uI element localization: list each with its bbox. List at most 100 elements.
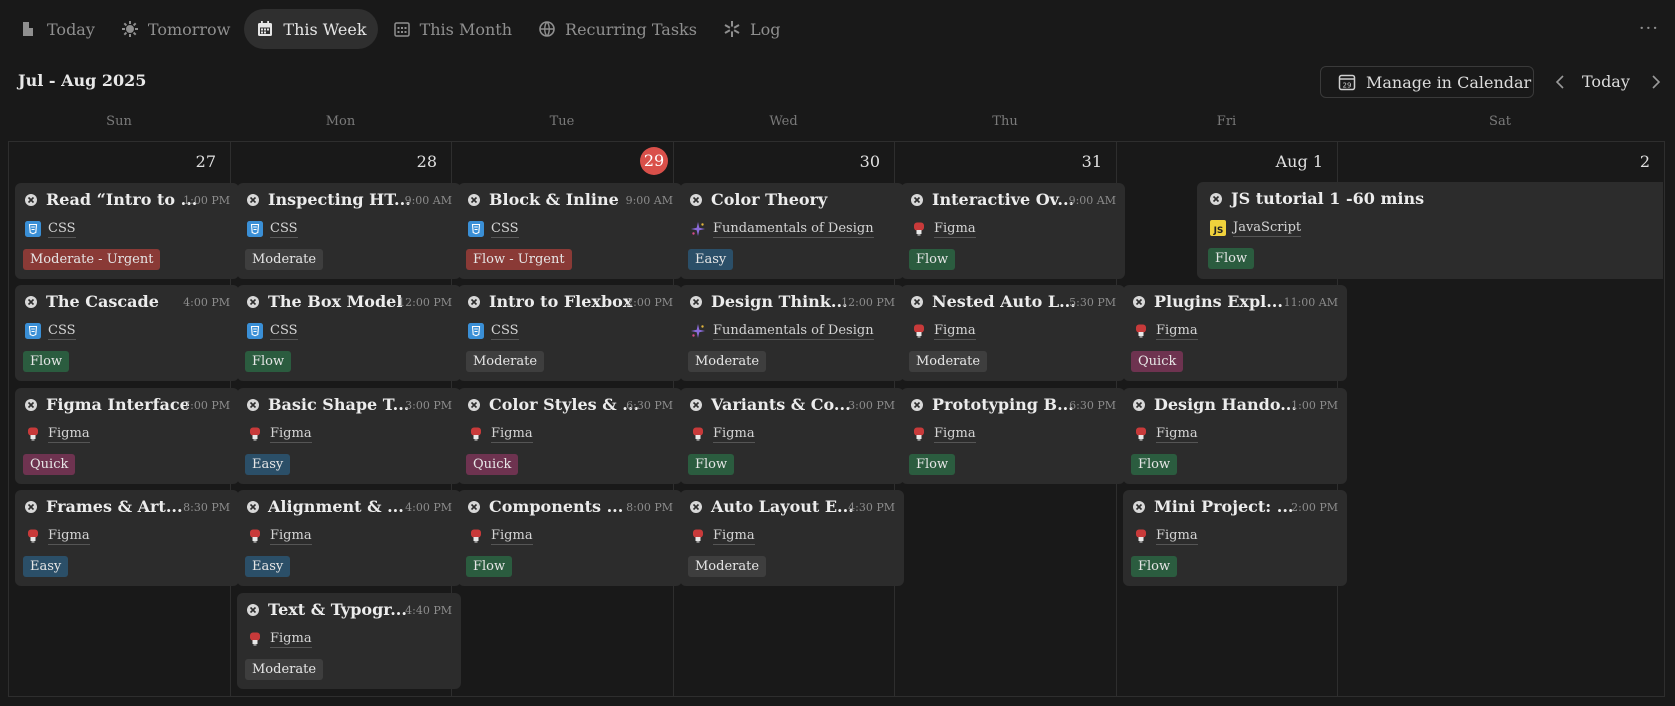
task-status-icon[interactable] bbox=[246, 193, 260, 207]
task-status-icon[interactable] bbox=[689, 398, 703, 412]
project-link[interactable]: Figma bbox=[713, 426, 755, 443]
task-status-icon[interactable] bbox=[1132, 500, 1146, 514]
task-card[interactable]: Auto Layout E... 4:30 PM Figma Moderate bbox=[680, 490, 904, 586]
task-status-icon[interactable] bbox=[910, 398, 924, 412]
project-link[interactable]: CSS bbox=[270, 221, 298, 238]
task-card[interactable]: Intro to Flexbox 2:00 PM CSS Moderate bbox=[458, 285, 682, 381]
project-link[interactable]: Figma bbox=[270, 528, 312, 545]
tab-today[interactable]: Today bbox=[8, 9, 106, 49]
project-link[interactable]: Figma bbox=[934, 323, 976, 340]
tab-tomorrow[interactable]: Tomorrow bbox=[109, 9, 242, 49]
project-link[interactable]: JavaScript bbox=[1233, 220, 1302, 237]
project-link[interactable]: Fundamentals of Design bbox=[713, 221, 874, 238]
previous-week-button[interactable] bbox=[1552, 72, 1568, 92]
task-title: The Cascade bbox=[46, 292, 159, 311]
task-card[interactable]: Nested Auto L... 5:30 PM Figma Moderate bbox=[901, 285, 1125, 381]
task-status-icon[interactable] bbox=[467, 500, 481, 514]
task-status-icon[interactable] bbox=[689, 500, 703, 514]
tab-this-week[interactable]: This Week bbox=[244, 9, 378, 49]
project-link[interactable]: CSS bbox=[270, 323, 298, 340]
day-column[interactable]: 29 Block & Inline 9:00 AM CSS Flow - Urg… bbox=[452, 142, 682, 696]
task-status-icon[interactable] bbox=[467, 295, 481, 309]
project-link[interactable]: Figma bbox=[491, 426, 533, 443]
task-status-icon[interactable] bbox=[246, 603, 260, 617]
project-link[interactable]: CSS bbox=[491, 221, 519, 238]
task-title: Alignment & ... bbox=[268, 497, 404, 516]
task-status-icon[interactable] bbox=[467, 398, 481, 412]
tab-recurring-tasks[interactable]: Recurring Tasks bbox=[526, 9, 708, 49]
task-card[interactable]: Color Styles & ... 6:30 PM Figma Quick bbox=[458, 388, 682, 484]
task-card[interactable]: The Box Model 12:00 PM CSS Flow bbox=[237, 285, 461, 381]
task-card[interactable]: Color Theory Fundamentals of Design Easy bbox=[680, 183, 904, 279]
project-link[interactable]: Figma bbox=[1156, 528, 1198, 545]
project-link[interactable]: Figma bbox=[934, 426, 976, 443]
date-range-title: Jul - Aug 2025 bbox=[18, 71, 147, 90]
figma-icon bbox=[1132, 527, 1150, 545]
task-card[interactable]: Block & Inline 9:00 AM CSS Flow - Urgent bbox=[458, 183, 682, 279]
css-icon bbox=[246, 220, 264, 238]
task-card[interactable]: Interactive Ov... 9:00 AM Figma Flow bbox=[901, 183, 1125, 279]
task-status-icon[interactable] bbox=[1132, 398, 1146, 412]
task-card[interactable]: Alignment & ... 4:00 PM Figma Easy bbox=[237, 490, 461, 586]
task-card[interactable]: Text & Typogr... 4:40 PM Figma Moderate bbox=[237, 593, 461, 689]
task-status-icon[interactable] bbox=[246, 398, 260, 412]
project-link[interactable]: CSS bbox=[48, 323, 76, 340]
task-card[interactable]: Plugins Expl... 11:00 AM Figma Quick bbox=[1123, 285, 1347, 381]
figma-icon bbox=[246, 425, 264, 443]
project-link[interactable]: Figma bbox=[1156, 323, 1198, 340]
project-link[interactable]: Figma bbox=[1156, 426, 1198, 443]
task-status-icon[interactable] bbox=[1209, 192, 1223, 206]
task-status-icon[interactable] bbox=[689, 295, 703, 309]
task-status-icon[interactable] bbox=[24, 193, 38, 207]
task-card[interactable]: The Cascade 4:00 PM CSS Flow bbox=[15, 285, 239, 381]
project-link[interactable]: Figma bbox=[270, 426, 312, 443]
project-link[interactable]: CSS bbox=[48, 221, 76, 238]
project-link[interactable]: Figma bbox=[48, 528, 90, 545]
task-card-multiday[interactable]: JS tutorial 1 -60 mins JS JavaScript Flo… bbox=[1197, 182, 1663, 279]
today-button[interactable]: Today bbox=[1582, 72, 1630, 91]
project-link[interactable]: Figma bbox=[48, 426, 90, 443]
tab-label: This Month bbox=[419, 19, 513, 39]
task-card[interactable]: Components ... 8:00 PM Figma Flow bbox=[458, 490, 682, 586]
task-card[interactable]: Mini Project: ... 2:00 PM Figma Flow bbox=[1123, 490, 1347, 586]
task-status-icon[interactable] bbox=[467, 193, 481, 207]
project-link[interactable]: Figma bbox=[270, 631, 312, 648]
day-column[interactable]: 28 Inspecting HT... 9:00 AM CSS Moderate… bbox=[231, 142, 461, 696]
task-status-icon[interactable] bbox=[1132, 295, 1146, 309]
task-card[interactable]: Design Think... 12:00 PM Fundamentals of… bbox=[680, 285, 904, 381]
day-column[interactable]: 27 Read “Intro to ... 1:00 PM CSS Modera… bbox=[9, 142, 239, 696]
tab-this-month[interactable]: This Month bbox=[381, 9, 523, 49]
task-title: Nested Auto L... bbox=[932, 292, 1076, 311]
task-card[interactable]: Design Hando... 1:00 PM Figma Flow bbox=[1123, 388, 1347, 484]
task-card[interactable]: Figma Interface 7:00 PM Figma Quick bbox=[15, 388, 239, 484]
tab-log[interactable]: Log bbox=[711, 9, 792, 49]
task-status-icon[interactable] bbox=[246, 500, 260, 514]
project-link[interactable]: Figma bbox=[934, 221, 976, 238]
task-card[interactable]: Prototyping B... 6:30 PM Figma Flow bbox=[901, 388, 1125, 484]
task-card[interactable]: Frames & Art... 8:30 PM Figma Easy bbox=[15, 490, 239, 586]
task-card[interactable]: Inspecting HT... 9:00 AM CSS Moderate bbox=[237, 183, 461, 279]
task-card[interactable]: Read “Intro to ... 1:00 PM CSS Moderate … bbox=[15, 183, 239, 279]
task-card[interactable]: Basic Shape T... 3:00 PM Figma Easy bbox=[237, 388, 461, 484]
task-status-icon[interactable] bbox=[24, 500, 38, 514]
project-link[interactable]: CSS bbox=[491, 323, 519, 340]
project-link[interactable]: Figma bbox=[491, 528, 533, 545]
task-title: The Box Model bbox=[268, 292, 403, 311]
task-status-icon[interactable] bbox=[24, 295, 38, 309]
task-card[interactable]: Variants & Co... 3:00 PM Figma Flow bbox=[680, 388, 904, 484]
task-status-icon[interactable] bbox=[246, 295, 260, 309]
next-week-button[interactable] bbox=[1648, 72, 1664, 92]
task-status-icon[interactable] bbox=[689, 193, 703, 207]
day-column[interactable]: 31 Interactive Ov... 9:00 AM Figma Flow … bbox=[895, 142, 1125, 696]
manage-in-calendar-button[interactable]: 29 Manage in Calendar bbox=[1320, 66, 1534, 98]
task-status-icon[interactable] bbox=[910, 193, 924, 207]
task-status-icon[interactable] bbox=[910, 295, 924, 309]
project-link[interactable]: Figma bbox=[713, 528, 755, 545]
more-options-icon[interactable]: ··· bbox=[1639, 18, 1659, 39]
svg-text:JS: JS bbox=[1213, 226, 1224, 236]
tab-label: Recurring Tasks bbox=[565, 19, 697, 39]
task-title: Prototyping B... bbox=[932, 395, 1074, 414]
task-status-icon[interactable] bbox=[24, 398, 38, 412]
project-link[interactable]: Fundamentals of Design bbox=[713, 323, 874, 340]
day-column[interactable]: 30 Color Theory Fundamentals of Design E… bbox=[674, 142, 904, 696]
